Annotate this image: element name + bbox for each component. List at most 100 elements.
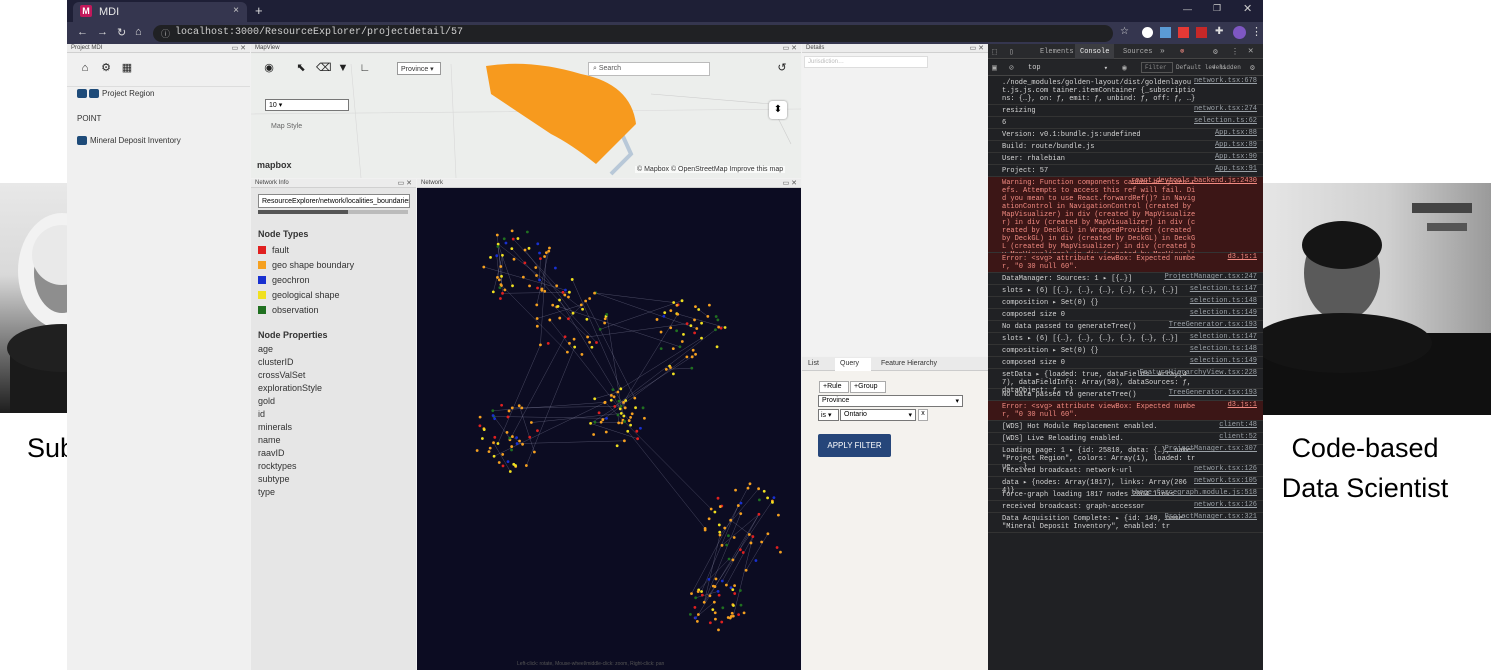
reload-icon[interactable]: ↻ (117, 26, 126, 39)
network-node[interactable] (622, 414, 626, 418)
network-node[interactable] (496, 242, 500, 246)
console-log-line[interactable]: resizing network.tsx:274 (988, 105, 1263, 117)
network-node[interactable] (534, 266, 538, 269)
eye-icon[interactable] (77, 136, 87, 145)
network-node[interactable] (760, 540, 764, 544)
apply-filter-button[interactable]: APPLY FILTER (818, 434, 891, 457)
network-node[interactable] (717, 325, 721, 329)
network-node[interactable] (521, 442, 524, 446)
remove-rule-button[interactable]: x (918, 409, 928, 421)
network-node[interactable] (635, 429, 639, 433)
network-node[interactable] (751, 535, 755, 538)
console-log-line[interactable]: 6 selection.ts:62 (988, 117, 1263, 129)
network-node[interactable] (536, 429, 539, 433)
node-property-item[interactable]: name (258, 435, 322, 448)
network-node[interactable] (732, 604, 735, 607)
network-node[interactable] (546, 341, 550, 345)
console-log-line[interactable]: Build: route/bundle.js App.tsx:89 (988, 141, 1263, 153)
console-source-link[interactable]: network.tsx:105 (1194, 477, 1257, 485)
network-node[interactable] (588, 297, 592, 300)
console-source-link[interactable]: selection.ts:148 (1190, 297, 1257, 305)
more-tabs-icon[interactable]: » (1160, 47, 1165, 56)
network-node[interactable] (641, 406, 645, 410)
network-node[interactable] (524, 464, 528, 467)
network-node[interactable] (497, 278, 501, 282)
network-node[interactable] (563, 335, 567, 339)
network-node[interactable] (501, 464, 505, 468)
network-node[interactable] (716, 318, 720, 322)
network-node[interactable] (738, 589, 742, 592)
network-node[interactable] (717, 593, 721, 597)
console-source-link[interactable]: ProjectManager.tsx:307 (1165, 445, 1257, 453)
close-devtools-icon[interactable]: ✕ (1248, 46, 1253, 56)
network-node[interactable] (612, 395, 616, 399)
network-node[interactable] (659, 330, 663, 334)
node-property-item[interactable]: rocktypes (258, 461, 322, 474)
console-log-line[interactable]: [WDS] Live Reloading enabled. client:52 (988, 433, 1263, 445)
node-property-item[interactable]: subtype (258, 474, 322, 487)
network-node[interactable] (715, 345, 719, 349)
network-node[interactable] (669, 326, 673, 330)
network-node[interactable] (624, 399, 628, 402)
console-source-link[interactable]: selection.ts:147 (1190, 285, 1257, 293)
network-node[interactable] (579, 303, 583, 307)
avatar[interactable] (1233, 26, 1246, 39)
console-source-link[interactable]: App.tsx:89 (1215, 141, 1257, 149)
network-node[interactable] (553, 266, 557, 270)
console-log-line[interactable]: data ▸ {nodes: Array(1817), links: Array… (988, 477, 1263, 495)
network-node[interactable] (675, 329, 679, 333)
network-node[interactable] (505, 430, 509, 434)
network-node[interactable] (544, 251, 548, 254)
network-node[interactable] (495, 254, 499, 258)
network-node[interactable] (690, 366, 694, 370)
network-node[interactable] (720, 620, 724, 624)
network-node[interactable] (633, 396, 637, 400)
network-node[interactable] (565, 350, 569, 354)
network-node[interactable] (609, 398, 613, 402)
error-count-icon[interactable]: ⊗ (1180, 47, 1184, 56)
console-source-link[interactable]: network.tsx:126 (1194, 465, 1257, 473)
network-node[interactable] (694, 616, 697, 620)
network-node[interactable] (717, 523, 721, 527)
network-node[interactable] (707, 517, 711, 521)
gear-icon[interactable]: ⚙ (1213, 47, 1218, 57)
network-node[interactable] (691, 348, 695, 352)
network-node[interactable] (720, 579, 724, 583)
network-node[interactable] (708, 621, 712, 625)
network-node[interactable] (714, 315, 718, 318)
network-node[interactable] (757, 487, 761, 491)
network-node[interactable] (672, 301, 676, 304)
network-node[interactable] (730, 611, 734, 615)
network-node[interactable] (697, 308, 701, 311)
network-node[interactable] (622, 401, 625, 404)
network-node[interactable] (729, 518, 733, 522)
network-node[interactable] (718, 505, 722, 508)
network-node[interactable] (540, 288, 544, 292)
network-node[interactable] (706, 314, 710, 318)
network-node[interactable] (731, 558, 735, 562)
network-node[interactable] (482, 428, 486, 432)
network-node[interactable] (766, 532, 770, 536)
network-node[interactable] (634, 406, 637, 410)
grid-icon[interactable]: ▦ (121, 62, 133, 74)
network-node[interactable] (721, 606, 725, 610)
network-node[interactable] (603, 321, 607, 325)
network-node[interactable] (617, 399, 621, 403)
project-item[interactable]: Project Region (77, 89, 154, 98)
console-log-line[interactable]: Version: v0.1:bundle.js:undefined App.tsx… (988, 129, 1263, 141)
console-log-line[interactable]: received broadcast: network-url network.t… (988, 465, 1263, 477)
network-node[interactable] (501, 291, 504, 295)
network-node[interactable] (749, 541, 753, 545)
minimize-window-icon[interactable]: — (1183, 4, 1192, 14)
network-node[interactable] (568, 290, 571, 294)
network-node[interactable] (475, 449, 479, 452)
network-node[interactable] (555, 284, 559, 288)
network-node[interactable] (593, 420, 597, 424)
inspect-icon[interactable]: ⬚ (992, 47, 997, 57)
network-node[interactable] (572, 337, 576, 341)
console-log-line[interactable]: No data passed to generateTree() TreeGene… (988, 389, 1263, 401)
network-node[interactable] (488, 446, 492, 450)
network-node[interactable] (629, 416, 632, 419)
network-node[interactable] (538, 278, 541, 282)
console-source-link[interactable]: network.tsx:126 (1194, 501, 1257, 509)
